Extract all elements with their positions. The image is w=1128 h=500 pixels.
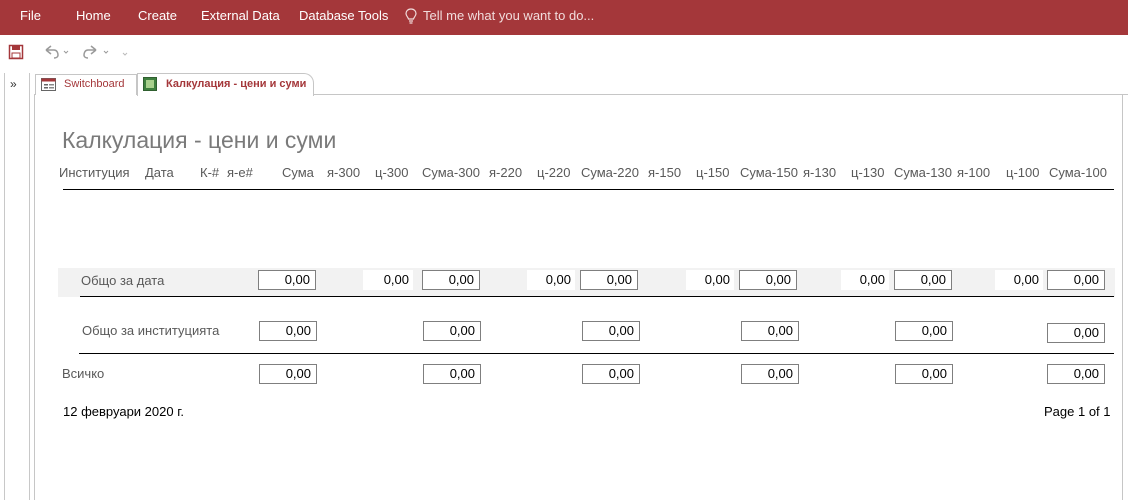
- grand-total-field[interactable]: 0,00: [259, 364, 317, 384]
- institution-total-field[interactable]: 0,00: [423, 321, 481, 341]
- institution-total-field[interactable]: 0,00: [741, 321, 799, 341]
- report-title: Калкулация - цени и суми: [62, 127, 337, 153]
- grand-total-label: Всичко: [62, 366, 105, 381]
- header-rule: [63, 189, 1114, 190]
- column-header: Сума: [282, 165, 314, 180]
- column-header: Сума-130: [894, 165, 952, 180]
- date-total-field[interactable]: 0,00: [363, 270, 413, 290]
- tab-switchboard-label: Switchboard: [64, 78, 125, 90]
- menu-home[interactable]: Home: [76, 8, 111, 23]
- column-header: Сума-300: [422, 165, 480, 180]
- tab-report-label: Калкулация - цени и суми: [166, 78, 307, 90]
- column-header: ц-300: [375, 165, 409, 180]
- grand-total-field[interactable]: 0,00: [423, 364, 481, 384]
- column-header: ц-220: [537, 165, 571, 180]
- navigation-pane[interactable]: [4, 73, 30, 500]
- report-icon: [143, 77, 157, 91]
- date-total-field[interactable]: 0,00: [580, 270, 638, 290]
- form-icon: [41, 78, 56, 91]
- institution-total-field[interactable]: 0,00: [895, 321, 953, 341]
- date-total-field[interactable]: 0,00: [841, 270, 889, 290]
- date-total-field[interactable]: 0,00: [527, 270, 575, 290]
- column-header: я-300: [327, 165, 361, 180]
- date-total-field[interactable]: 0,00: [995, 270, 1043, 290]
- menu-database-tools[interactable]: Database Tools: [299, 8, 388, 23]
- column-header: Сума-100: [1049, 165, 1107, 180]
- institution-total-label: Общо за институцията: [82, 323, 220, 338]
- column-header: Сума-220: [581, 165, 639, 180]
- lightbulb-icon: [405, 8, 417, 24]
- column-header: К-#: [200, 165, 220, 180]
- date-total-field[interactable]: 0,00: [258, 270, 316, 290]
- page-number: Page 1 of 1: [1044, 404, 1111, 419]
- date-total-field[interactable]: 0,00: [739, 270, 797, 290]
- institution-total-field[interactable]: 0,00: [259, 321, 317, 341]
- institution-total-field[interactable]: 0,00: [582, 321, 640, 341]
- date-total-rule: [80, 296, 1114, 297]
- redo-icon[interactable]: [82, 44, 110, 60]
- grand-total-field[interactable]: 0,00: [741, 364, 799, 384]
- undo-icon[interactable]: [42, 44, 70, 60]
- date-total-field[interactable]: 0,00: [1047, 270, 1105, 290]
- menu-create[interactable]: Create: [138, 8, 177, 23]
- grand-total-field[interactable]: 0,00: [895, 364, 953, 384]
- grand-total-field[interactable]: 0,00: [1047, 364, 1105, 384]
- grand-total-field[interactable]: 0,00: [582, 364, 640, 384]
- date-total-field[interactable]: 0,00: [686, 270, 734, 290]
- report-view: [34, 95, 1123, 500]
- date-total-field[interactable]: 0,00: [894, 270, 952, 290]
- footer-date: 12 февруари 2020 г.: [63, 404, 184, 419]
- column-header: ц-130: [851, 165, 885, 180]
- quick-access-toolbar: [0, 35, 1128, 72]
- column-header: ц-100: [1006, 165, 1040, 180]
- column-header: я-130: [803, 165, 837, 180]
- column-header: я-100: [957, 165, 991, 180]
- column-header: я-220: [489, 165, 523, 180]
- column-header: я-150: [648, 165, 682, 180]
- date-total-field[interactable]: 0,00: [422, 270, 480, 290]
- expand-nav-icon[interactable]: »: [10, 77, 17, 91]
- column-header: Институция: [59, 165, 130, 180]
- menu-file[interactable]: File: [20, 8, 41, 23]
- menu-external-data[interactable]: External Data: [201, 8, 280, 23]
- institution-total-rule: [79, 353, 1114, 354]
- institution-total-field[interactable]: 0,00: [1047, 323, 1105, 343]
- customize-toolbar-icon[interactable]: [121, 48, 129, 56]
- column-header: Сума-150: [740, 165, 798, 180]
- tell-me-input[interactable]: Tell me what you want to do...: [423, 8, 594, 23]
- save-icon[interactable]: [8, 44, 24, 60]
- column-header: ц-150: [696, 165, 730, 180]
- column-header: Дата: [145, 165, 174, 180]
- date-total-label: Общо за дата: [81, 273, 165, 288]
- column-header: я-е#: [227, 165, 253, 180]
